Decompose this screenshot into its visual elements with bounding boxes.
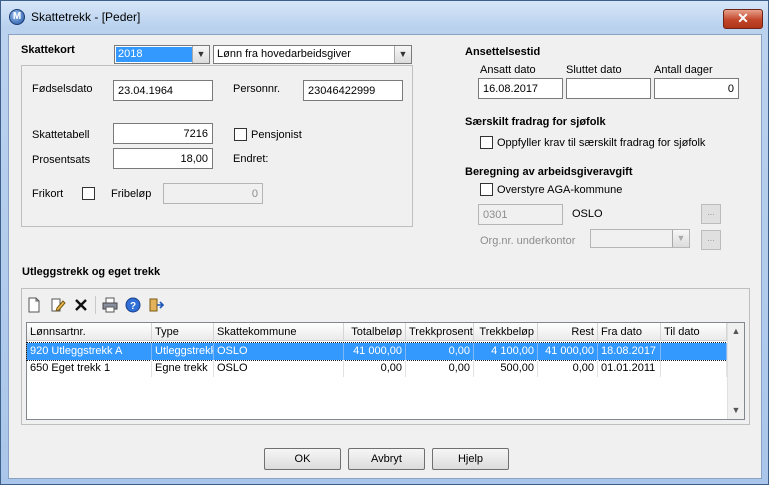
cell-trekkbelop: 500,00 [474, 360, 538, 377]
chevron-down-icon[interactable]: ▼ [192, 46, 209, 63]
aga-checkbox-label: Overstyre AGA-kommune [497, 184, 623, 196]
delete-icon[interactable] [73, 297, 89, 313]
print-icon[interactable] [102, 297, 118, 313]
kommune-nr-input [478, 204, 563, 225]
year-value: 2018 [116, 47, 192, 62]
utlegg-table[interactable]: Lønnsartnr. Type Skattekommune Totalbelø… [26, 322, 745, 420]
kommune-navn: OSLO [572, 208, 603, 220]
skattekort-group: Fødselsdato Personnr. Skattetabell Pensj… [21, 65, 413, 227]
skattekort-title: Skattekort [21, 44, 75, 56]
dialog-body: Skattekort 2018 ▼ Lønn fra hovedarbeidsg… [8, 34, 762, 479]
prosentsats-input[interactable] [113, 148, 213, 169]
sjofolk-checkbox[interactable] [480, 136, 493, 149]
cell-til-dato [661, 360, 727, 377]
chevron-down-icon[interactable]: ▼ [394, 46, 411, 63]
ansatt-input[interactable] [478, 78, 563, 99]
sluttet-label: Sluttet dato [566, 64, 622, 76]
col-header-rest[interactable]: Rest [538, 323, 598, 341]
cell-rest: 0,00 [538, 360, 598, 377]
cell-totalbelop: 41 000,00 [344, 343, 406, 360]
title-bar[interactable]: M Skattetrekk - [Peder] ✕ [1, 1, 768, 29]
col-header-trekkprosent[interactable]: Trekkprosent [406, 323, 474, 341]
sjofolk-checkbox-label: Oppfyller krav til særskilt fradrag for … [497, 137, 706, 149]
cancel-button[interactable]: Avbryt [348, 448, 425, 470]
pensjonist-label: Pensjonist [251, 129, 302, 141]
cell-skattekommune: OSLO [214, 343, 344, 360]
cell-til-dato [661, 343, 727, 360]
cell-trekkprosent: 0,00 [406, 360, 474, 377]
prosentsats-label: Prosentsats [32, 154, 91, 166]
kommune-browse-button: ... [701, 204, 721, 224]
cell-fra-dato: 18.08.2017 [598, 343, 661, 360]
svg-text:?: ? [130, 301, 136, 312]
help-icon[interactable]: ? [125, 297, 141, 313]
fribelop-label: Fribeløp [111, 188, 152, 200]
orgnr-select: ▼ [590, 229, 690, 248]
frikort-label: Frikort [32, 188, 64, 200]
table-row[interactable]: 920 Utleggstrekk A Utleggstrekk OSLO 41 … [26, 342, 728, 361]
close-button[interactable]: ✕ [723, 9, 763, 29]
toolbar-separator [95, 296, 96, 314]
cell-fra-dato: 01.01.2011 [598, 360, 661, 377]
col-header-skattekommune[interactable]: Skattekommune [214, 323, 344, 341]
ansatt-label: Ansatt dato [480, 64, 536, 76]
antall-input[interactable] [654, 78, 739, 99]
year-select[interactable]: 2018 ▼ [114, 45, 210, 64]
utlegg-title: Utleggstrekk og eget trekk [22, 266, 161, 278]
skattetabell-label: Skattetabell [32, 129, 90, 141]
cell-skattekommune: OSLO [214, 360, 344, 377]
cell-totalbelop: 0,00 [344, 360, 406, 377]
cell-lonnsartnr: 920 Utleggstrekk A [27, 343, 152, 360]
cell-lonnsartnr: 650 Eget trekk 1 [27, 360, 152, 377]
cell-trekkprosent: 0,00 [406, 343, 474, 360]
endret-label: Endret: [233, 153, 269, 165]
edit-icon[interactable] [50, 297, 66, 313]
orgnr-label: Org.nr. underkontor [480, 235, 576, 247]
cell-type: Utleggstrekk [152, 343, 214, 360]
cell-type: Egne trekk [152, 360, 214, 377]
sluttet-input[interactable] [566, 78, 651, 99]
pensjonist-checkbox[interactable] [234, 128, 247, 141]
dialog-window: M Skattetrekk - [Peder] ✕ Skattekort 201… [0, 0, 769, 485]
scroll-down-icon[interactable]: ▼ [728, 402, 744, 419]
col-header-til-dato[interactable]: Til dato [661, 323, 727, 341]
exit-icon[interactable] [148, 297, 165, 313]
col-header-trekkbelop[interactable]: Trekkbeløp [474, 323, 538, 341]
fodselsdato-input[interactable] [113, 80, 213, 101]
sjofolk-title: Særskilt fradrag for sjøfolk [465, 116, 606, 128]
scroll-up-icon[interactable]: ▲ [728, 323, 744, 340]
personnr-input[interactable] [303, 80, 403, 101]
col-header-lonnsartnr[interactable]: Lønnsartnr. [27, 323, 152, 341]
frikort-checkbox[interactable] [82, 187, 95, 200]
source-value: Lønn fra hovedarbeidsgiver [217, 48, 351, 60]
ok-button[interactable]: OK [264, 448, 341, 470]
chevron-down-icon: ▼ [672, 230, 689, 247]
aga-checkbox[interactable] [480, 183, 493, 196]
source-select[interactable]: Lønn fra hovedarbeidsgiver ▼ [213, 45, 412, 64]
table-scrollbar[interactable]: ▲ ▼ [727, 323, 744, 419]
fribelop-input [163, 183, 263, 204]
cell-trekkbelop: 4 100,00 [474, 343, 538, 360]
ansettelse-title: Ansettelsestid [465, 46, 541, 58]
orgnr-browse-button: ... [701, 230, 721, 250]
col-header-fra-dato[interactable]: Fra dato [598, 323, 661, 341]
fodselsdato-label: Fødselsdato [32, 83, 93, 95]
col-header-type[interactable]: Type [152, 323, 214, 341]
table-header: Lønnsartnr. Type Skattekommune Totalbelø… [27, 323, 727, 341]
window-title: Skattetrekk - [Peder] [31, 10, 141, 24]
app-icon: M [9, 9, 25, 25]
new-icon[interactable] [26, 297, 42, 313]
help-button[interactable]: Hjelp [432, 448, 509, 470]
skattetabell-input[interactable] [113, 123, 213, 144]
antall-label: Antall dager [654, 64, 713, 76]
col-header-totalbelop[interactable]: Totalbeløp [344, 323, 406, 341]
cell-rest: 41 000,00 [538, 343, 598, 360]
table-row[interactable]: 650 Eget trekk 1 Egne trekk OSLO 0,00 0,… [27, 360, 727, 377]
personnr-label: Personnr. [233, 83, 281, 95]
aga-title: Beregning av arbeidsgiveravgift [465, 166, 633, 178]
